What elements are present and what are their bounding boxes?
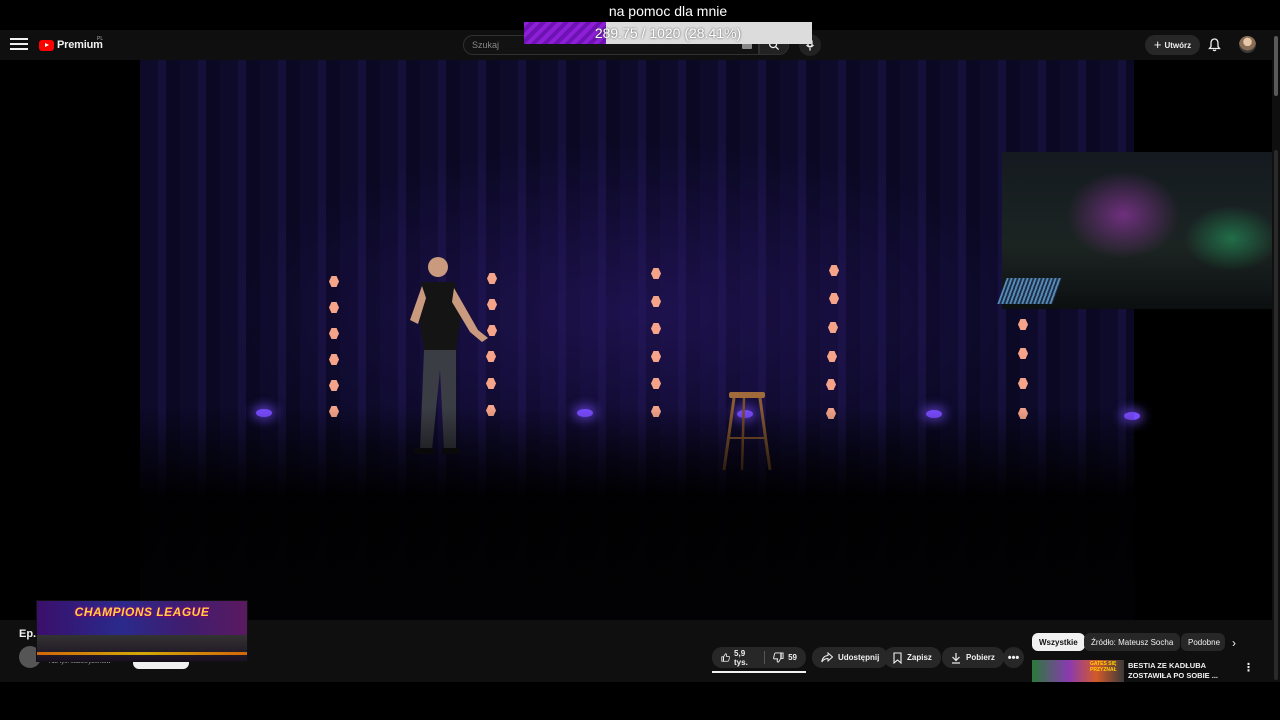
champions-league-overlay: CHAMPIONS LEAGUE	[36, 600, 248, 662]
search-placeholder: Szukaj	[472, 40, 500, 50]
recommendation-title[interactable]: BESTIA ZE KADŁUBA ZOSTAWIŁA PO SOBIE ...	[1128, 661, 1238, 681]
chip-label: Podobne	[1188, 637, 1221, 647]
recommendation-badge: GATES SIĘ PRZYZNAŁ	[1090, 661, 1117, 673]
stage-audience-shadow	[140, 60, 1134, 620]
promo-ground	[37, 635, 247, 661]
like-count: 5,9 tys.	[734, 648, 748, 667]
thumb-down-icon	[773, 652, 784, 663]
more-vert-icon[interactable]: ⋮	[1243, 661, 1254, 674]
share-icon	[821, 652, 833, 663]
keyboard-backlight	[997, 278, 1062, 304]
scrollbar-thumb[interactable]	[1274, 36, 1278, 96]
more-icon: •••	[1007, 651, 1020, 664]
overlay-progress-bar: 289.75 / 1020 (28.41%)	[524, 22, 812, 44]
like-divider	[764, 651, 766, 664]
dislike-count: 59	[788, 653, 797, 662]
more-actions-button[interactable]: •••	[1003, 647, 1024, 668]
account-avatar[interactable]	[1239, 36, 1256, 53]
youtube-play-icon	[39, 39, 54, 51]
like-underline	[712, 671, 806, 673]
overlay-progress-text: 289.75 / 1020 (28.41%)	[594, 25, 742, 41]
menu-icon[interactable]	[10, 38, 28, 52]
like-button[interactable]: 5,9 tys.	[721, 649, 756, 667]
bell-icon[interactable]	[1208, 38, 1221, 52]
chip-similar[interactable]: Podobne	[1181, 633, 1225, 651]
like-dislike-group: 5,9 tys. 59	[712, 647, 806, 668]
champions-league-text: CHAMPIONS LEAGUE	[74, 605, 210, 619]
save-label: Zapisz	[907, 653, 932, 662]
streamer-webcam	[997, 152, 1272, 309]
dislike-button[interactable]: 59	[773, 652, 797, 663]
save-button[interactable]: Zapisz	[884, 647, 941, 668]
promo-glow	[37, 652, 247, 655]
create-label: Utwórz	[1164, 40, 1192, 50]
overlay-goal-title: na pomoc dla mnie	[608, 3, 728, 19]
bookmark-icon	[893, 651, 902, 664]
plus-icon: +	[1153, 37, 1162, 52]
video-player[interactable]	[0, 60, 1272, 620]
download-button[interactable]: Pobierz	[942, 647, 1004, 668]
youtube-premium-logo[interactable]: Premium	[39, 39, 103, 51]
create-button[interactable]: + Utwórz	[1145, 35, 1200, 55]
thumb-up-icon	[721, 653, 730, 662]
download-label: Pobierz	[966, 653, 995, 662]
chip-source[interactable]: Źródło: Mateusz Socha	[1084, 633, 1181, 651]
chevron-right-icon[interactable]: ›	[1232, 636, 1236, 650]
share-button[interactable]: Udostępnij	[812, 647, 889, 668]
chip-label: Wszystkie	[1039, 637, 1078, 647]
scrollbar-track	[1274, 150, 1278, 680]
video-title: Ep.	[19, 628, 37, 640]
chip-label: Źródło: Mateusz Socha	[1091, 637, 1174, 647]
chip-all[interactable]: Wszystkie	[1032, 633, 1085, 651]
logo-region: PL	[97, 36, 104, 42]
recommendation-thumbnail[interactable]: GATES SIĘ PRZYZNAŁ	[1032, 660, 1124, 682]
share-label: Udostępnij	[838, 653, 880, 662]
download-icon	[952, 652, 960, 664]
logo-text: Premium	[57, 39, 103, 51]
